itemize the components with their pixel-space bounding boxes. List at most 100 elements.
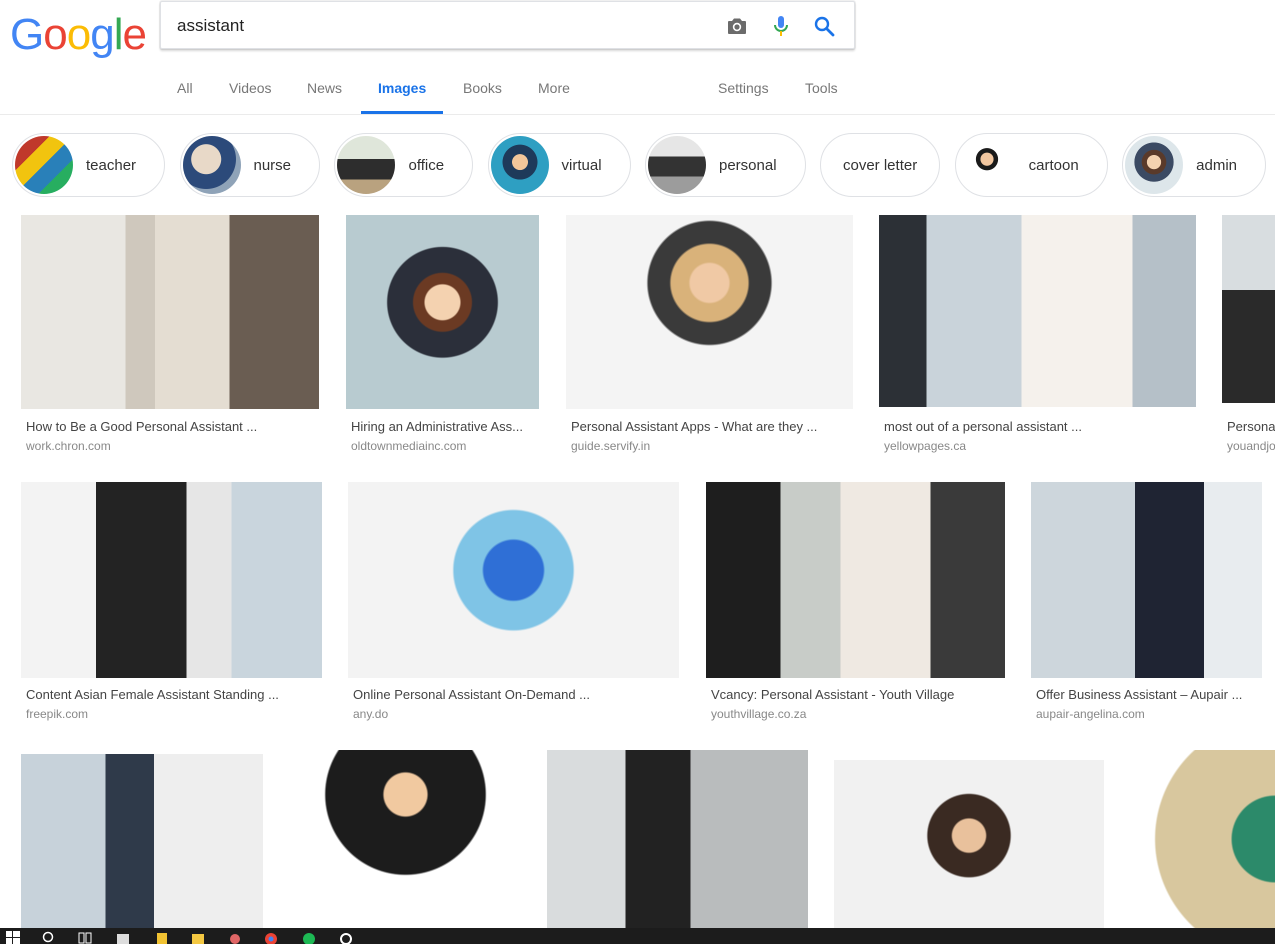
- result-title[interactable]: Hiring an Administrative Ass...: [351, 419, 523, 434]
- result-image[interactable]: [879, 215, 1196, 407]
- chip-thumbnail: [1125, 136, 1184, 194]
- result-title[interactable]: How to Be a Good Personal Assistant ...: [26, 419, 257, 434]
- result-image[interactable]: [1130, 750, 1275, 928]
- image-result[interactable]: How to Be a Good Personal Assistant ... …: [21, 215, 319, 455]
- chip-office[interactable]: office: [334, 133, 474, 197]
- chip-virtual[interactable]: virtual: [487, 133, 631, 197]
- tab-more[interactable]: More: [538, 80, 570, 114]
- result-source: youthvillage.co.za: [711, 707, 807, 721]
- result-image[interactable]: [706, 482, 1005, 678]
- logo-letter: o: [43, 10, 68, 59]
- search-taskbar-icon[interactable]: [42, 931, 56, 944]
- image-result[interactable]: [547, 750, 808, 928]
- result-source: youandjo: [1227, 439, 1275, 453]
- file-explorer-icon[interactable]: [191, 931, 205, 944]
- chip-cover-letter[interactable]: cover letter: [820, 133, 941, 197]
- search-tabs: All Videos News Images Books More Settin…: [0, 68, 1275, 115]
- chip-cartoon[interactable]: cartoon: [954, 133, 1108, 197]
- windows-start-icon[interactable]: [6, 931, 20, 944]
- result-source: any.do: [353, 707, 389, 721]
- result-image[interactable]: [547, 750, 808, 928]
- image-result[interactable]: Offer Business Assistant – Aupair ... au…: [1031, 482, 1262, 722]
- tab-tools[interactable]: Tools: [805, 80, 838, 114]
- image-result[interactable]: [290, 750, 521, 928]
- chip-admin[interactable]: admin: [1122, 133, 1267, 197]
- result-image[interactable]: [566, 215, 853, 409]
- result-title[interactable]: Online Personal Assistant On-Demand ...: [353, 687, 590, 702]
- image-result[interactable]: [834, 760, 1104, 928]
- chip-thumbnail: [182, 136, 241, 194]
- result-source: yellowpages.ca: [884, 439, 967, 453]
- result-title[interactable]: Offer Business Assistant – Aupair ...: [1036, 687, 1242, 702]
- chip-label: admin: [1196, 156, 1238, 174]
- result-source: aupair-angelina.com: [1036, 707, 1145, 721]
- microphone-icon[interactable]: [769, 14, 793, 38]
- search-input[interactable]: [177, 12, 717, 40]
- result-image[interactable]: [1031, 482, 1262, 678]
- tab-settings[interactable]: Settings: [718, 80, 769, 114]
- image-result[interactable]: Persona youandjo: [1222, 215, 1275, 455]
- image-result[interactable]: Online Personal Assistant On-Demand ... …: [348, 482, 679, 722]
- chip-label: nurse: [253, 156, 292, 174]
- chip-personal[interactable]: personal: [645, 133, 806, 197]
- image-result[interactable]: Vcancy: Personal Assistant - Youth Villa…: [706, 482, 1005, 722]
- app-icon[interactable]: [155, 931, 169, 944]
- tab-news[interactable]: News: [307, 80, 342, 114]
- result-source: work.chron.com: [26, 439, 111, 453]
- result-title[interactable]: Content Asian Female Assistant Standing …: [26, 687, 279, 702]
- chip-label: personal: [719, 156, 777, 174]
- chip-label: teacher: [86, 156, 137, 174]
- result-title[interactable]: Vcancy: Personal Assistant - Youth Villa…: [711, 687, 954, 702]
- image-result[interactable]: [21, 754, 263, 928]
- result-title[interactable]: most out of a personal assistant ...: [884, 419, 1082, 434]
- result-image[interactable]: [21, 482, 322, 678]
- logo-letter: g: [90, 10, 115, 59]
- result-source: freepik.com: [26, 707, 89, 721]
- windows-taskbar: [0, 928, 1275, 944]
- chip-thumbnail: [337, 136, 396, 194]
- result-image[interactable]: [21, 754, 263, 928]
- chip-thumbnail: [957, 136, 1016, 194]
- result-image[interactable]: [290, 750, 521, 928]
- tab-videos[interactable]: Videos: [229, 80, 272, 114]
- chip-label: virtual: [561, 156, 602, 174]
- chip-teacher[interactable]: teacher: [12, 133, 166, 197]
- result-source: oldtownmediainc.com: [351, 439, 467, 453]
- chip-nurse[interactable]: nurse: [179, 133, 321, 197]
- image-result[interactable]: Content Asian Female Assistant Standing …: [21, 482, 322, 722]
- camera-icon[interactable]: [725, 14, 749, 38]
- chip-label: cover letter: [843, 156, 918, 174]
- chip-thumbnail: [648, 136, 706, 194]
- logo-letter: l: [113, 10, 124, 59]
- result-source: guide.servify.in: [571, 439, 651, 453]
- result-image[interactable]: [1222, 215, 1275, 403]
- google-logo[interactable]: Google: [10, 10, 147, 60]
- result-title[interactable]: Persona: [1227, 419, 1275, 434]
- settings-icon[interactable]: [339, 931, 353, 944]
- result-image[interactable]: [834, 760, 1104, 928]
- logo-letter: e: [122, 10, 147, 59]
- chip-label: cartoon: [1028, 156, 1079, 174]
- image-result[interactable]: Personal Assistant Apps - What are they …: [566, 215, 853, 455]
- tab-images[interactable]: Images: [360, 80, 444, 114]
- chip-thumbnail: [490, 136, 549, 194]
- tab-books[interactable]: Books: [463, 80, 502, 114]
- store-icon[interactable]: [116, 931, 130, 944]
- chip-thumbnail: [15, 136, 73, 194]
- logo-letter: G: [10, 10, 44, 59]
- chrome-icon[interactable]: [264, 931, 278, 944]
- spotify-icon[interactable]: [302, 931, 316, 944]
- search-icon[interactable]: [812, 14, 836, 38]
- result-image[interactable]: [348, 482, 679, 678]
- result-image[interactable]: [21, 215, 319, 409]
- paint-icon[interactable]: [228, 931, 242, 944]
- image-result[interactable]: most out of a personal assistant ... yel…: [879, 215, 1196, 455]
- tab-all[interactable]: All: [177, 80, 193, 114]
- result-image[interactable]: [346, 215, 539, 409]
- image-result[interactable]: Hiring an Administrative Ass... oldtownm…: [346, 215, 539, 455]
- logo-letter: o: [66, 10, 92, 59]
- task-view-icon[interactable]: [78, 931, 92, 944]
- related-chips: teacher nurse office virtual personal co…: [12, 133, 1275, 197]
- result-title[interactable]: Personal Assistant Apps - What are they …: [571, 419, 817, 434]
- image-result[interactable]: [1130, 750, 1275, 928]
